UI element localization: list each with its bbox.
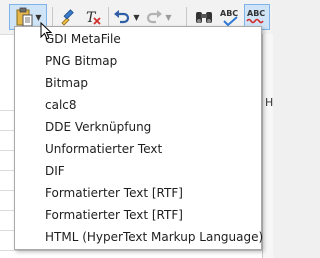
toolbar-separator xyxy=(186,7,187,27)
chevron-down-icon[interactable]: ▼ xyxy=(165,13,171,22)
spellcheck-label: ABC xyxy=(220,9,238,18)
menu-item-formatted-text-rtf-2[interactable]: Formatierter Text [RTF] xyxy=(15,205,261,226)
spellcheck-icon: ABC xyxy=(220,9,238,27)
mouse-pointer-icon xyxy=(40,22,52,40)
menu-item-html[interactable]: HTML (HyperText Markup Language) xyxy=(15,227,263,248)
autospellcheck-label: ABC xyxy=(247,9,265,18)
chevron-down-icon[interactable]: ▼ xyxy=(133,13,139,22)
redo-icon xyxy=(147,10,163,24)
auto-spellcheck-icon: ABC xyxy=(246,9,265,24)
toolbar-separator xyxy=(108,7,109,27)
clipboard-icon xyxy=(16,7,33,27)
menu-item-formatted-text-rtf[interactable]: Formatierter Text [RTF] xyxy=(15,183,261,204)
chevron-down-icon[interactable]: ▼ xyxy=(35,13,41,22)
binoculars-icon xyxy=(196,12,212,23)
menu-item-calc8[interactable]: calc8 xyxy=(15,95,261,116)
menu-item-dif[interactable]: DIF xyxy=(15,161,261,182)
toolbar-separator xyxy=(52,7,53,27)
column-header-strip: H xyxy=(262,34,273,258)
menu-item-png-bitmap[interactable]: PNG Bitmap xyxy=(15,51,261,72)
clear-format-icon: T xyxy=(86,10,101,26)
column-header-h: H xyxy=(265,96,274,109)
menu-item-dde-link[interactable]: DDE Verknüpfung xyxy=(15,117,261,138)
menu-item-bitmap[interactable]: Bitmap xyxy=(15,73,261,94)
menu-item-unformatted-text[interactable]: Unformatierter Text xyxy=(15,139,261,160)
paintbrush-icon xyxy=(61,9,74,26)
undo-icon xyxy=(114,10,130,24)
paste-special-menu: GDI MetaFile PNG Bitmap Bitmap calc8 DDE… xyxy=(14,26,263,250)
